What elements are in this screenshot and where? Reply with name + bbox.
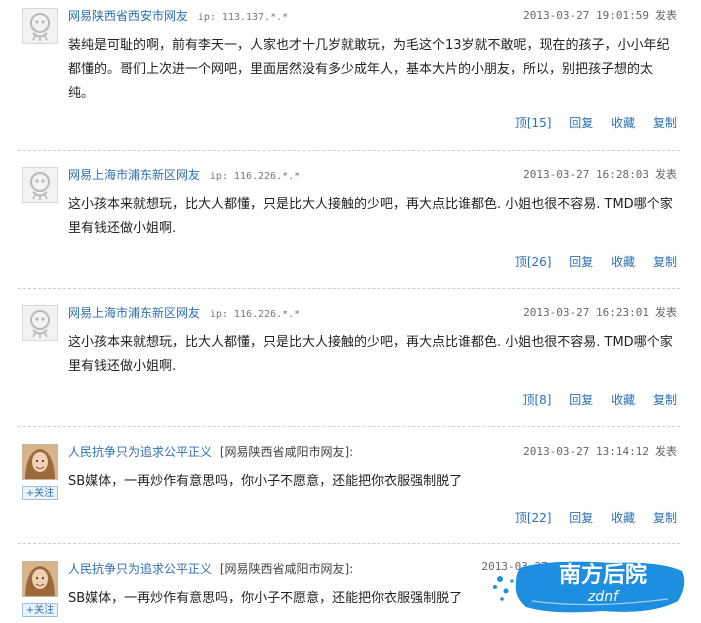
comment-actions: 顶[26] 回复 收藏 复制 xyxy=(501,253,677,270)
user-location: [网易陕西省咸阳市网友]: xyxy=(219,562,354,576)
comment-meta: 网易上海市浦东新区网友 ip: 116.226.*.* xyxy=(68,166,300,182)
default-avatar-icon[interactable] xyxy=(22,305,58,341)
upvote-label: 顶 xyxy=(514,255,527,269)
upvote-button[interactable]: 顶[26] xyxy=(515,255,552,269)
watermark-subtitle: zdnf xyxy=(587,589,619,605)
post-label: 发表 xyxy=(655,306,677,319)
comment-item: 网易上海市浦东新区网友 ip: 116.226.*.* 2013-03-27 1… xyxy=(0,297,701,425)
watermark-title: 南方后院 xyxy=(558,563,647,588)
ip-address: ip: 113.137.*.* xyxy=(197,12,289,23)
post-label: 发表 xyxy=(655,168,677,181)
ip-address: ip: 116.226.*.* xyxy=(209,309,301,320)
reply-button[interactable]: 回复 xyxy=(569,255,593,269)
divider xyxy=(18,150,680,151)
upvote-count: [26] xyxy=(526,255,552,269)
comment-item: +关注 人民抗争只为追求公平正义 [网易陕西省咸阳市网友]: 2013-03-2… xyxy=(0,436,701,536)
comment-actions: 顶[15] 回复 收藏 复制 xyxy=(501,114,677,131)
favorite-button[interactable]: 收藏 xyxy=(611,116,635,130)
upvote-count: [22] xyxy=(526,511,552,525)
post-time: 2013-03-27 19:01:59 发表 xyxy=(523,7,677,23)
upvote-button[interactable]: 顶[15] xyxy=(515,116,552,130)
comment-meta: 网易上海市浦东新区网友 ip: 116.226.*.* xyxy=(68,304,300,320)
favorite-button[interactable]: 收藏 xyxy=(611,255,635,269)
comment-body: 装纯是可耻的啊，前有李天一，人家也才十几岁就敢玩，为毛这个13岁就不敢呢，现在的… xyxy=(68,38,670,101)
author-link[interactable]: 人民抗争只为追求公平正义 xyxy=(68,562,212,576)
user-location: [网易陕西省咸阳市网友]: xyxy=(219,445,354,459)
comment-actions: 顶[8] 回复 收藏 复制 xyxy=(508,391,677,408)
upvote-button[interactable]: 顶[8] xyxy=(522,393,551,407)
upvote-count: [15] xyxy=(526,116,552,130)
divider xyxy=(18,426,680,427)
timestamp: 2013-03-27 16:23:01 xyxy=(523,306,649,319)
timestamp: 2013-03-27 13:14:12 xyxy=(523,445,649,458)
author-link[interactable]: 人民抗争只为追求公平正义 xyxy=(68,445,212,459)
site-watermark-logo: 南方后院 zdnf xyxy=(492,557,688,617)
comment-body: SB媒体，一再炒作有意思吗，你小子不愿意，还能把你衣服强制脱了 xyxy=(68,474,463,489)
author-link[interactable]: 网易上海市浦东新区网友 xyxy=(68,168,200,182)
comment-meta: 网易陕西省西安市网友 ip: 113.137.*.* xyxy=(68,7,288,23)
post-time: 2013-03-27 13:14:12 发表 xyxy=(523,443,677,459)
reply-button[interactable]: 回复 xyxy=(569,511,593,525)
user-photo-avatar[interactable] xyxy=(22,444,58,480)
default-avatar-icon[interactable] xyxy=(22,167,58,203)
follow-button[interactable]: +关注 xyxy=(22,603,58,617)
timestamp: 2013-03-27 19:01:59 xyxy=(523,9,649,22)
copy-button[interactable]: 复制 xyxy=(653,393,677,407)
post-time: 2013-03-27 16:23:01 发表 xyxy=(523,304,677,320)
copy-button[interactable]: 复制 xyxy=(653,255,677,269)
upvote-button[interactable]: 顶[22] xyxy=(515,511,552,525)
copy-button[interactable]: 复制 xyxy=(653,511,677,525)
reply-button[interactable]: 回复 xyxy=(569,393,593,407)
upvote-count: [8] xyxy=(534,393,552,407)
default-avatar-icon[interactable] xyxy=(22,8,58,44)
comment-meta: 人民抗争只为追求公平正义 [网易陕西省咸阳市网友]: xyxy=(68,560,353,576)
upvote-label: 顶 xyxy=(514,116,527,130)
favorite-button[interactable]: 收藏 xyxy=(611,511,635,525)
ip-address: ip: 116.226.*.* xyxy=(209,171,301,182)
author-link[interactable]: 网易上海市浦东新区网友 xyxy=(68,306,200,320)
copy-button[interactable]: 复制 xyxy=(653,116,677,130)
comment-actions: 顶[22] 回复 收藏 复制 xyxy=(501,509,677,526)
comment-body: 这小孩本来就想玩，比大人都懂，只是比大人接触的少吧，再大点比谁都色. 小姐也很不… xyxy=(68,197,673,236)
favorite-button[interactable]: 收藏 xyxy=(611,393,635,407)
reply-button[interactable]: 回复 xyxy=(569,116,593,130)
follow-button[interactable]: +关注 xyxy=(22,486,58,500)
comment-meta: 人民抗争只为追求公平正义 [网易陕西省咸阳市网友]: xyxy=(68,443,353,459)
divider xyxy=(18,288,680,289)
comment-item: 网易上海市浦东新区网友 ip: 116.226.*.* 2013-03-27 1… xyxy=(0,159,701,287)
timestamp: 2013-03-27 16:28:03 xyxy=(523,168,649,181)
post-label: 发表 xyxy=(655,445,677,458)
post-time: 2013-03-27 16:28:03 发表 xyxy=(523,166,677,182)
author-link[interactable]: 网易陕西省西安市网友 xyxy=(68,9,188,23)
user-photo-avatar[interactable] xyxy=(22,561,58,597)
comment-item: 网易陕西省西安市网友 ip: 113.137.*.* 2013-03-27 19… xyxy=(0,0,701,148)
upvote-label: 顶 xyxy=(522,393,535,407)
post-label: 发表 xyxy=(655,9,677,22)
comment-body: 这小孩本来就想玩，比大人都懂，只是比大人接触的少吧，再大点比谁都色. 小姐也很不… xyxy=(68,335,673,374)
divider xyxy=(18,543,680,544)
upvote-label: 顶 xyxy=(514,511,527,525)
